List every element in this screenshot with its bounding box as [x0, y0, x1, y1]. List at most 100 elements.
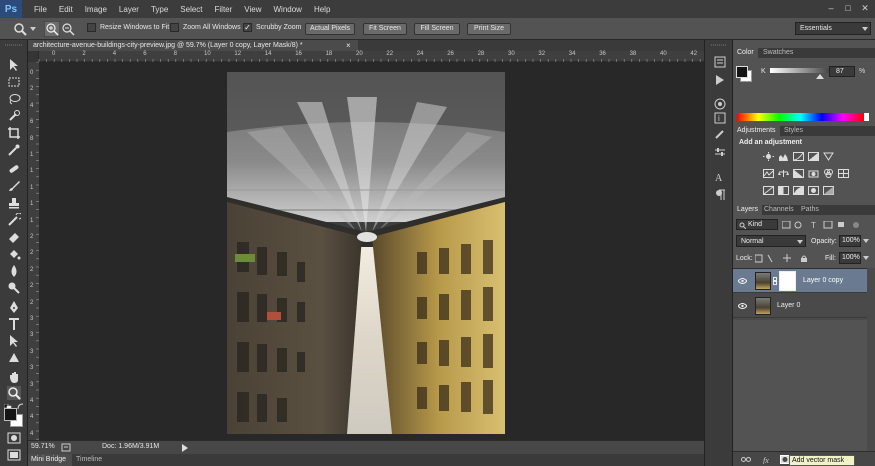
invert-icon[interactable] — [763, 186, 774, 195]
history-brush-tool-icon[interactable] — [7, 213, 21, 227]
path-selection-tool-icon[interactable] — [7, 334, 21, 348]
white-swatch[interactable] — [864, 113, 869, 121]
zoom-in-icon[interactable] — [44, 21, 60, 37]
brush-tool-icon[interactable] — [7, 179, 21, 193]
minimize-button[interactable]: – — [826, 3, 836, 13]
selective-color-icon[interactable] — [808, 186, 819, 195]
eraser-tool-icon[interactable] — [7, 230, 21, 244]
pen-tool-icon[interactable] — [7, 300, 21, 314]
type-tool-icon[interactable] — [7, 317, 21, 331]
gradient-map-icon[interactable] — [823, 186, 834, 195]
checkbox-box-checked[interactable]: ✓ — [243, 23, 252, 32]
black-white-icon[interactable] — [793, 169, 804, 178]
marquee-tool-icon[interactable] — [7, 75, 21, 89]
layer-filter-icons[interactable]: T — [782, 221, 862, 229]
tab-adjustments[interactable]: Adjustments — [733, 126, 780, 136]
layer-row-selected[interactable]: Layer 0 copy — [733, 269, 867, 293]
layer-name[interactable]: Layer 0 copy — [803, 277, 843, 284]
color-spectrum-ramp[interactable] — [737, 113, 864, 121]
panel-grip-icon[interactable] — [3, 43, 25, 47]
blend-mode-select[interactable]: Normal — [736, 235, 806, 247]
document-image[interactable] — [227, 72, 505, 434]
healing-brush-tool-icon[interactable] — [7, 162, 21, 176]
tab-layers[interactable]: Layers — [733, 205, 763, 215]
color-lookup-icon[interactable] — [838, 169, 849, 178]
paint-bucket-tool-icon[interactable] — [7, 247, 21, 261]
k-value-field[interactable]: 87 — [829, 66, 855, 77]
menu-view[interactable]: View — [238, 5, 267, 14]
lasso-tool-icon[interactable] — [7, 92, 21, 106]
levels-icon[interactable] — [778, 152, 789, 161]
shape-tool-icon[interactable] — [7, 351, 21, 365]
layer-name[interactable]: Layer 0 — [777, 302, 800, 309]
photo-filter-icon[interactable] — [808, 169, 819, 178]
blur-tool-icon[interactable] — [7, 264, 21, 278]
menu-select[interactable]: Select — [174, 5, 208, 14]
chevron-down-icon[interactable] — [30, 26, 36, 32]
layer-row[interactable]: Layer 0 — [733, 294, 867, 318]
layers-scrollbar[interactable] — [867, 268, 875, 456]
fill-screen-button[interactable]: Fill Screen — [414, 23, 460, 35]
menu-image[interactable]: Image — [79, 5, 113, 14]
quick-selection-tool-icon[interactable] — [7, 109, 21, 123]
layer-style-icon[interactable]: fx — [763, 455, 773, 464]
posterize-icon[interactable] — [778, 186, 789, 195]
opacity-field[interactable]: 100% — [839, 235, 861, 247]
actual-pixels-button[interactable]: Actual Pixels — [305, 23, 355, 35]
menu-file[interactable]: File — [28, 5, 53, 14]
fit-screen-button[interactable]: Fit Screen — [363, 23, 407, 35]
slider-handle-icon[interactable] — [816, 74, 824, 79]
scrubby-zoom-checkbox[interactable]: ✓ Scrubby Zoom — [243, 23, 302, 32]
vibrance-icon[interactable] — [823, 152, 834, 161]
tab-swatches[interactable]: Swatches — [759, 48, 797, 58]
quick-mask-icon[interactable] — [7, 431, 21, 445]
tab-paths[interactable]: Paths — [797, 205, 823, 215]
color-balance-icon[interactable] — [778, 169, 789, 178]
info-panel-icon[interactable]: i — [714, 112, 726, 124]
eye-icon[interactable] — [738, 278, 747, 284]
threshold-icon[interactable] — [793, 186, 804, 195]
brush-presets-icon[interactable] — [714, 128, 726, 140]
color-fg-swatch[interactable] — [736, 66, 748, 78]
menu-layer[interactable]: Layer — [113, 5, 145, 14]
fill-field[interactable]: 100% — [839, 252, 861, 264]
eyedropper-tool-icon[interactable] — [7, 143, 21, 157]
tab-mini-bridge[interactable]: Mini Bridge — [28, 454, 72, 466]
status-menu-arrow-icon[interactable] — [182, 444, 188, 452]
exposure-icon[interactable] — [808, 152, 819, 161]
panel-grip-icon[interactable] — [709, 43, 729, 47]
checkbox-box[interactable] — [87, 23, 96, 32]
zoom-level[interactable]: 59.71% — [31, 443, 55, 450]
tab-color[interactable]: Color — [733, 48, 758, 58]
print-size-button[interactable]: Print Size — [467, 23, 511, 35]
properties-panel-icon[interactable] — [714, 146, 726, 158]
link-icon[interactable] — [773, 277, 777, 285]
history-panel-icon[interactable] — [714, 56, 726, 68]
paragraph-panel-icon[interactable] — [714, 189, 726, 201]
chevron-down-icon[interactable] — [863, 238, 869, 244]
hue-saturation-icon[interactable] — [763, 169, 774, 178]
clone-stamp-tool-icon[interactable] — [7, 196, 21, 210]
dodge-tool-icon[interactable] — [7, 281, 21, 295]
lock-icons[interactable] — [755, 254, 819, 263]
hand-tool-icon[interactable] — [7, 370, 21, 384]
restore-button[interactable]: □ — [843, 3, 853, 13]
menu-help[interactable]: Help — [308, 5, 336, 14]
menu-filter[interactable]: Filter — [209, 5, 239, 14]
document-info-icon[interactable] — [61, 443, 71, 452]
tab-timeline[interactable]: Timeline — [76, 454, 110, 466]
zoom-all-windows-checkbox[interactable]: Zoom All Windows — [170, 23, 241, 32]
channel-mixer-icon[interactable] — [823, 169, 834, 178]
layers-empty-area[interactable] — [733, 320, 867, 456]
resize-windows-checkbox[interactable]: Resize Windows to Fit — [87, 23, 169, 32]
zoom-tool-icon[interactable] — [13, 22, 27, 36]
zoom-tool-active-icon[interactable] — [7, 386, 21, 400]
document-tab[interactable]: architecture-avenue-buildings-city-previ… — [28, 40, 358, 51]
zoom-out-icon[interactable] — [61, 22, 75, 36]
checkbox-box[interactable] — [170, 23, 179, 32]
chevron-down-icon[interactable] — [863, 255, 869, 261]
link-layers-icon[interactable] — [741, 456, 751, 463]
workspace-select[interactable]: Essentials — [795, 22, 871, 35]
eye-icon[interactable] — [738, 303, 747, 309]
move-tool-icon[interactable] — [7, 58, 21, 72]
